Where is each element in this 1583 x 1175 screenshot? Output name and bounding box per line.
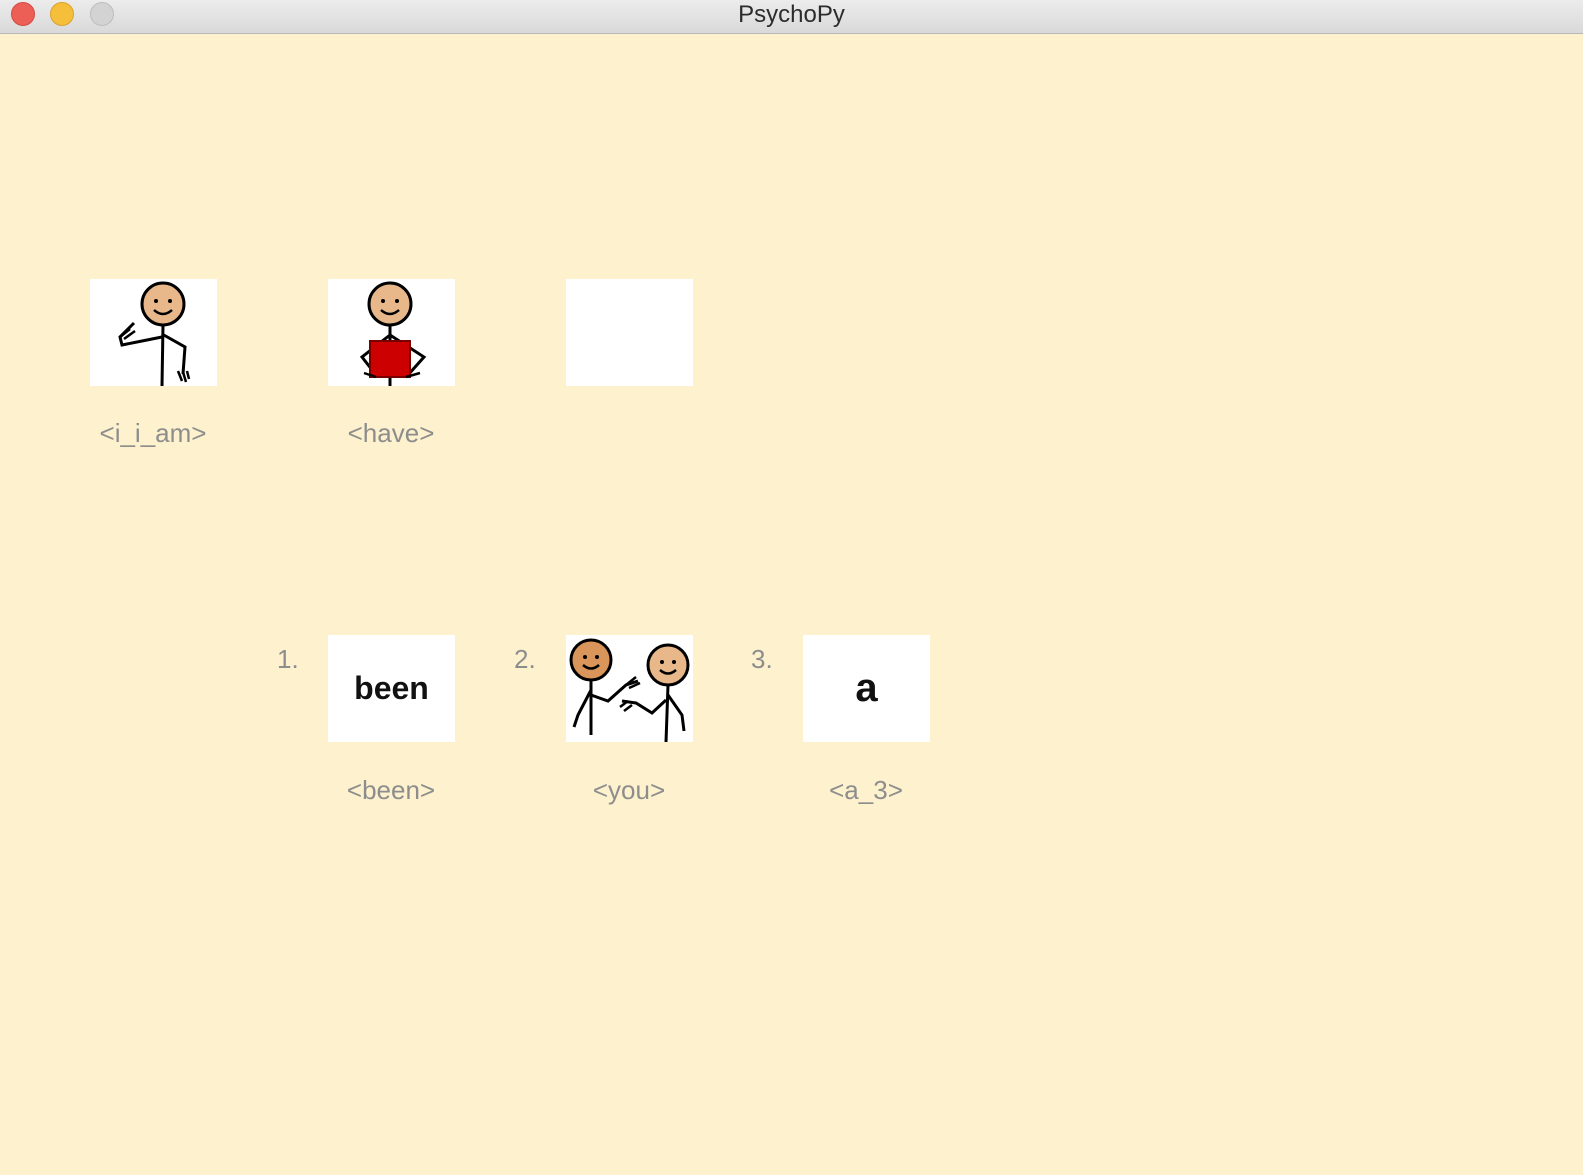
option-card-been[interactable]: been bbox=[328, 635, 455, 742]
window-titlebar: PsychoPy bbox=[0, 0, 1583, 34]
option-number-1: 1. bbox=[277, 644, 299, 674]
option-number-2: 2. bbox=[514, 644, 536, 674]
sentence-card-have[interactable] bbox=[328, 279, 455, 386]
option-label-a-3: <a_3> bbox=[829, 775, 903, 805]
option-label-been: <been> bbox=[346, 775, 436, 805]
person-pointing-self-icon bbox=[118, 281, 191, 386]
sentence-label-have: <have> bbox=[347, 418, 435, 448]
option-label-you: <you> bbox=[592, 775, 666, 805]
option-number-3: 3. bbox=[751, 644, 773, 674]
two-people-pointing-icon bbox=[569, 638, 690, 742]
sentence-card-i-i-am[interactable] bbox=[90, 279, 217, 386]
option-card-you[interactable] bbox=[566, 635, 693, 742]
a-word-icon: a bbox=[855, 666, 878, 710]
sentence-label-i-i-am: <i_i_am> bbox=[99, 418, 207, 448]
person-holding-red-box-icon bbox=[359, 281, 427, 386]
window-title: PsychoPy bbox=[738, 1, 845, 28]
sentence-card-empty-slot[interactable] bbox=[566, 279, 693, 386]
option-card-a[interactable]: a bbox=[803, 635, 930, 742]
been-word-icon: been bbox=[354, 670, 429, 706]
